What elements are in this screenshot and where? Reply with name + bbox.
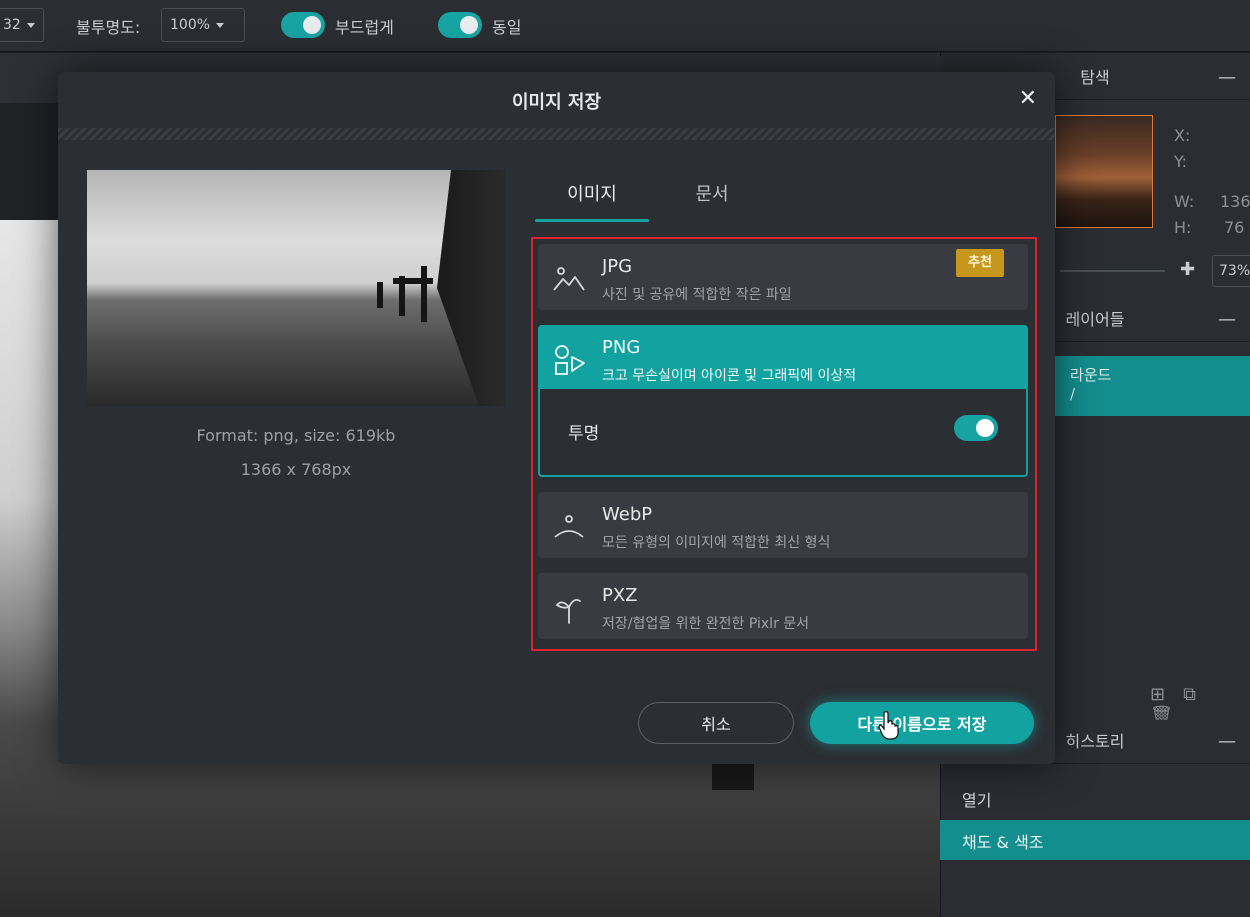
image-preview bbox=[87, 170, 505, 406]
collapse-icon[interactable]: — bbox=[1218, 720, 1236, 764]
format-name: PXZ bbox=[602, 585, 638, 606]
format-description: 저장/협업을 위한 완전한 Pixlr 문서 bbox=[602, 616, 810, 632]
history-item-active[interactable]: 채도 & 색조 bbox=[940, 820, 1250, 860]
chevron-down-icon bbox=[26, 22, 35, 28]
opacity-select[interactable]: 100% bbox=[161, 8, 245, 42]
zoom-input[interactable]: 73% bbox=[1212, 255, 1250, 287]
pier-post bbox=[377, 282, 383, 308]
format-description: 크고 무손실이며 아이콘 및 그래픽에 이상적 bbox=[602, 368, 857, 384]
opacity-label: 불투명도: bbox=[76, 18, 141, 37]
smooth-toggle[interactable] bbox=[281, 12, 325, 38]
tab-image[interactable]: 이미지 bbox=[535, 180, 649, 206]
opacity-value: 100% bbox=[170, 17, 211, 33]
layer-name: 라운드 bbox=[1070, 366, 1112, 384]
format-options-list: JPG 사진 및 공유에 적합한 작은 파일 추천 PNG 크고 무손실이며 아… bbox=[531, 237, 1037, 651]
same-toggle[interactable] bbox=[438, 12, 482, 38]
format-description: 사진 및 공유에 적합한 작은 파일 bbox=[602, 287, 792, 303]
save-as-button[interactable]: 다른 이름으로 저장 bbox=[810, 702, 1034, 744]
tab-document[interactable]: 문서 bbox=[655, 180, 769, 206]
layers-title: 레이어들 bbox=[1065, 310, 1125, 329]
pier-shape bbox=[437, 170, 505, 406]
history-item[interactable]: 열기 bbox=[940, 778, 1250, 818]
layer-sub: / bbox=[1070, 385, 1076, 403]
nav-y-label: Y: bbox=[1174, 152, 1188, 171]
nav-w-label: W: bbox=[1174, 192, 1195, 211]
preview-format-info: Format: png, size: 619kb bbox=[196, 426, 396, 445]
pxz-icon bbox=[555, 598, 581, 624]
duplicate-layer-icon[interactable]: ⧉ bbox=[1183, 684, 1214, 705]
shapes-icon bbox=[555, 345, 585, 375]
recommended-badge: 추천 bbox=[956, 249, 1004, 277]
brush-size-value: 32 bbox=[3, 17, 21, 33]
chevron-down-icon bbox=[216, 22, 225, 28]
dialog-title: 이미지 저장 bbox=[511, 92, 602, 113]
history-title: 히스토리 bbox=[1065, 732, 1125, 751]
navigator-title: 탐색 bbox=[1080, 68, 1110, 87]
format-option-jpg[interactable]: JPG 사진 및 공유에 적합한 작은 파일 추천 bbox=[538, 244, 1028, 310]
format-description: 모든 유형의 이미지에 적합한 최신 형식 bbox=[602, 535, 831, 551]
nav-h-label: H: bbox=[1174, 218, 1192, 237]
close-icon[interactable]: ✕ bbox=[1019, 86, 1037, 111]
smooth-label: 부드럽게 bbox=[335, 18, 394, 37]
format-option-png[interactable]: PNG 크고 무손실이며 아이콘 및 그래픽에 이상적 bbox=[538, 325, 1028, 391]
format-name: PNG bbox=[602, 337, 641, 358]
collapse-icon[interactable]: — bbox=[1218, 298, 1236, 342]
preview-dimensions: 1366 x 768px bbox=[240, 460, 352, 479]
png-options-panel: 투명 bbox=[538, 389, 1028, 477]
format-name: WebP bbox=[602, 504, 653, 525]
format-option-pxz[interactable]: PXZ 저장/협업을 위한 완전한 Pixlr 문서 bbox=[538, 573, 1028, 639]
save-image-dialog: 이미지 저장 ✕ Format: png, size: 619kb 1366 x… bbox=[58, 72, 1055, 764]
pier-deck bbox=[393, 278, 433, 284]
zoom-slider[interactable] bbox=[1060, 270, 1165, 272]
nav-x-label: X: bbox=[1174, 126, 1191, 145]
pier-post bbox=[421, 266, 427, 322]
cancel-button[interactable]: 취소 bbox=[638, 702, 794, 744]
transparent-label: 투명 bbox=[568, 424, 600, 444]
navigator-thumbnail[interactable] bbox=[1055, 115, 1153, 228]
nav-h-value: 76 bbox=[1224, 218, 1245, 237]
active-tab-indicator bbox=[535, 219, 649, 222]
zoom-in-icon[interactable]: ✚ bbox=[1180, 259, 1195, 280]
format-option-webp[interactable]: WebP 모든 유형의 이미지에 적합한 최신 형식 bbox=[538, 492, 1028, 558]
format-name: JPG bbox=[602, 256, 633, 277]
top-toolbar: 32 불투명도: 100% 부드럽게 동일 bbox=[0, 0, 1250, 52]
nav-w-value: 136 bbox=[1220, 192, 1250, 211]
transparent-toggle[interactable] bbox=[954, 415, 998, 441]
hand-cursor-icon bbox=[878, 711, 899, 740]
brush-size-select[interactable]: 32 bbox=[0, 8, 44, 42]
webp-icon bbox=[554, 515, 584, 538]
same-label: 동일 bbox=[492, 18, 522, 37]
collapse-icon[interactable]: — bbox=[1218, 56, 1236, 100]
layer-item[interactable]: 라운드 / bbox=[1040, 356, 1250, 416]
add-layer-icon[interactable]: ⊞ bbox=[1150, 684, 1183, 705]
landscape-icon bbox=[553, 267, 585, 291]
dialog-divider bbox=[58, 128, 1055, 140]
